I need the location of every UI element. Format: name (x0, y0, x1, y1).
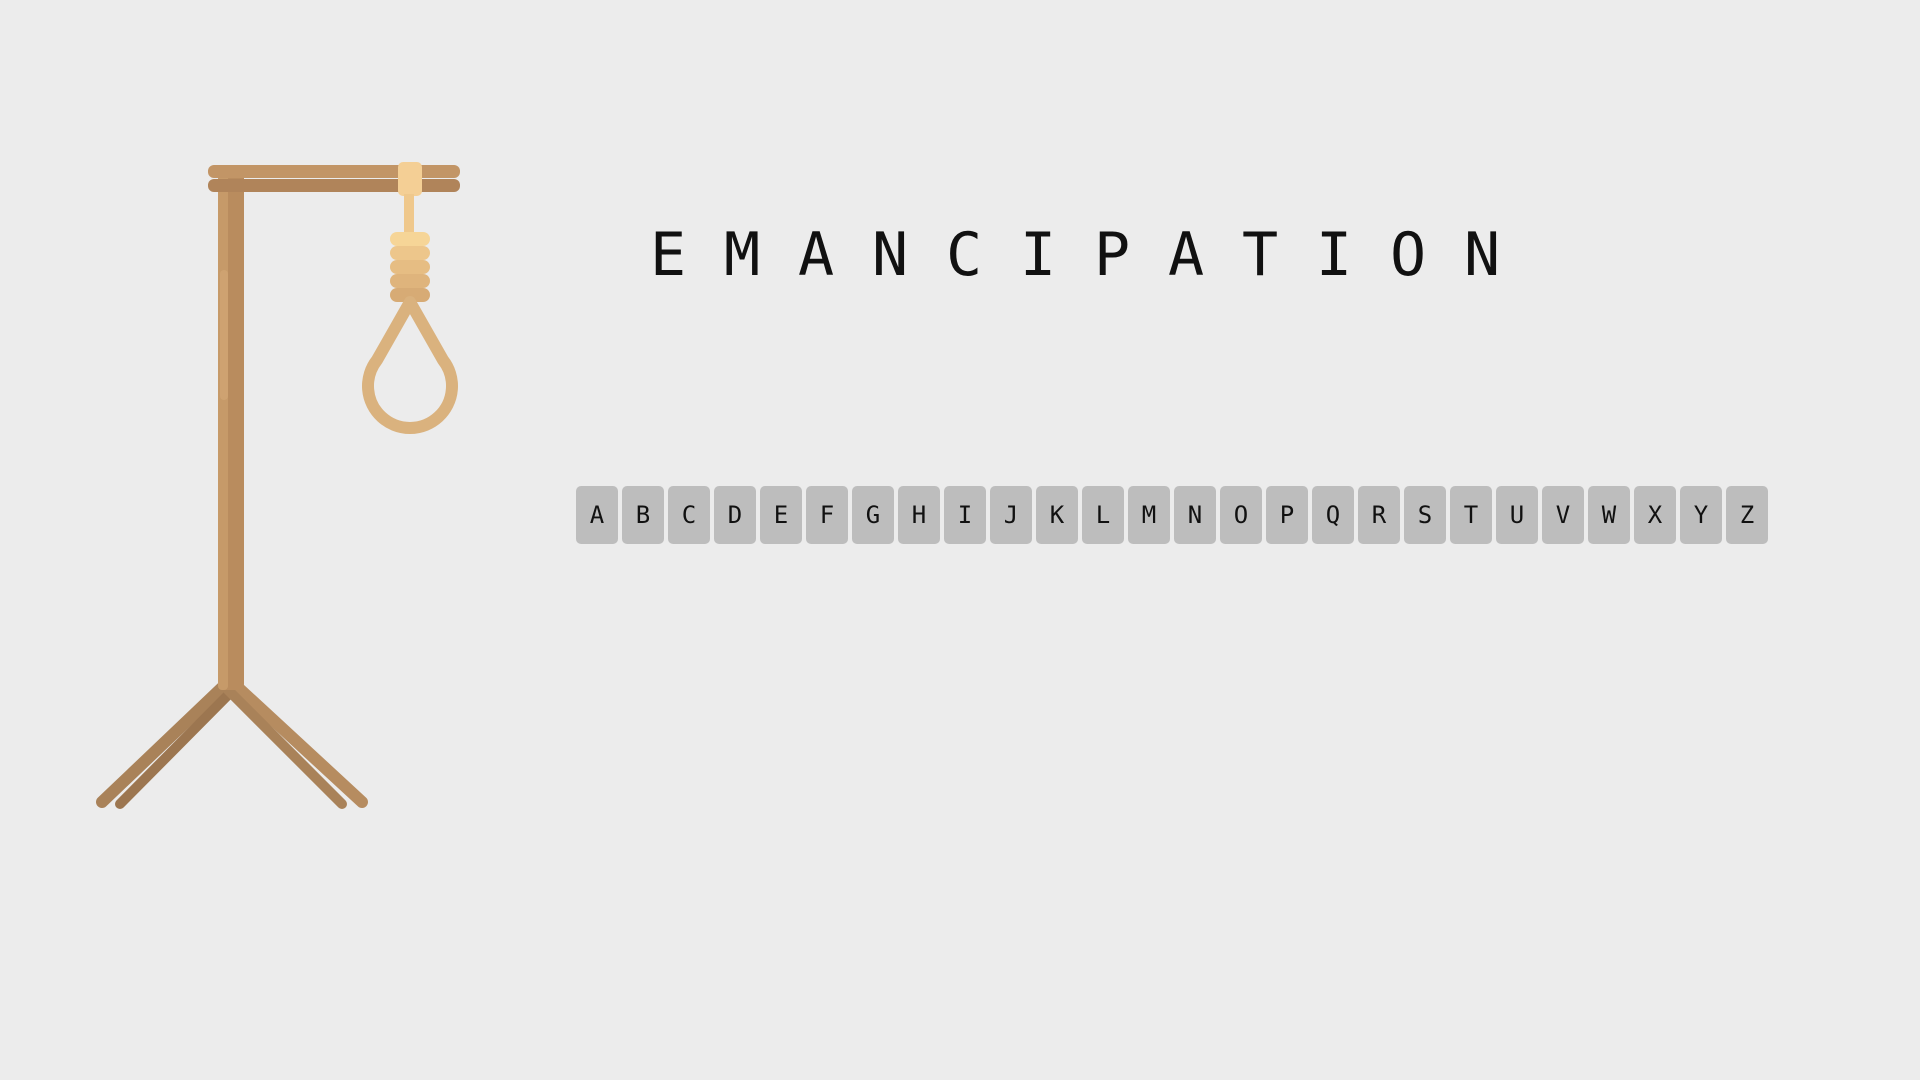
word-letter: C (945, 220, 983, 290)
word-letter: A (1167, 220, 1205, 290)
word-letter: T (1241, 220, 1279, 290)
word-letter: A (797, 220, 835, 290)
letter-key-g[interactable]: G (852, 486, 894, 544)
letter-keyboard: A B C D E F G H I J K L M N O P Q R S T … (576, 486, 1768, 544)
letter-key-v[interactable]: V (1542, 486, 1584, 544)
letter-key-o[interactable]: O (1220, 486, 1262, 544)
word-letter: N (871, 220, 909, 290)
letter-key-m[interactable]: M (1128, 486, 1170, 544)
letter-key-u[interactable]: U (1496, 486, 1538, 544)
letter-key-q[interactable]: Q (1312, 486, 1354, 544)
letter-key-d[interactable]: D (714, 486, 756, 544)
letter-key-i[interactable]: I (944, 486, 986, 544)
letter-key-y[interactable]: Y (1680, 486, 1722, 544)
letter-key-a[interactable]: A (576, 486, 618, 544)
letter-key-e[interactable]: E (760, 486, 802, 544)
word-letter: E (649, 220, 687, 290)
word-letter: I (1315, 220, 1353, 290)
letter-key-c[interactable]: C (668, 486, 710, 544)
game-stage: E M A N C I P A T I O N A B C D E F G H … (0, 0, 1920, 1080)
letter-key-w[interactable]: W (1588, 486, 1630, 544)
word-display: E M A N C I P A T I O N (0, 215, 1920, 295)
letter-key-k[interactable]: K (1036, 486, 1078, 544)
word-letter: O (1389, 220, 1427, 290)
letter-key-s[interactable]: S (1404, 486, 1446, 544)
letter-key-l[interactable]: L (1082, 486, 1124, 544)
letter-key-b[interactable]: B (622, 486, 664, 544)
word-letter: M (723, 220, 761, 290)
letter-key-r[interactable]: R (1358, 486, 1400, 544)
letter-key-f[interactable]: F (806, 486, 848, 544)
letter-key-j[interactable]: J (990, 486, 1032, 544)
word-letter: I (1019, 220, 1057, 290)
word-letter: P (1093, 220, 1131, 290)
word-letter: N (1463, 220, 1501, 290)
letter-key-n[interactable]: N (1174, 486, 1216, 544)
letter-key-p[interactable]: P (1266, 486, 1308, 544)
letter-key-z[interactable]: Z (1726, 486, 1768, 544)
letter-key-x[interactable]: X (1634, 486, 1676, 544)
letter-key-t[interactable]: T (1450, 486, 1492, 544)
letter-key-h[interactable]: H (898, 486, 940, 544)
